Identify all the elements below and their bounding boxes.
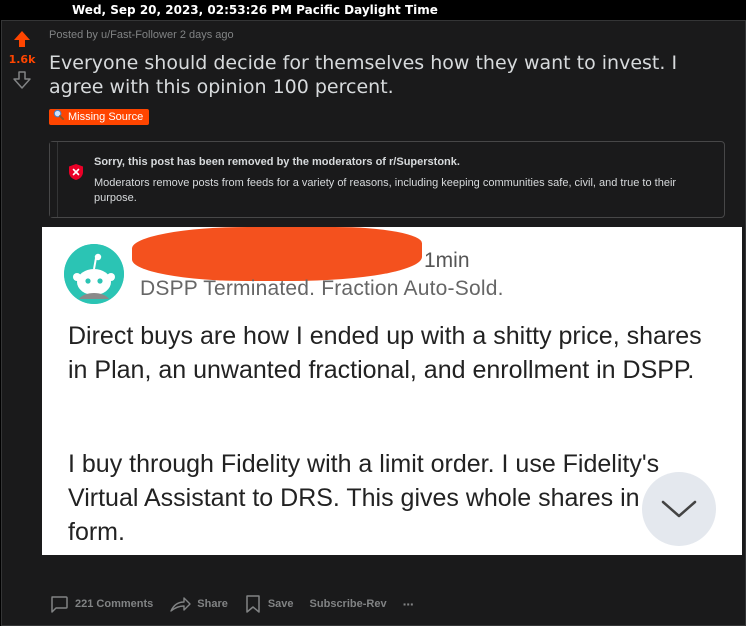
reddit-snoo-avatar-icon bbox=[64, 244, 124, 304]
removed-notice-title: Sorry, this post has been removed by the… bbox=[94, 156, 460, 168]
redacted-username bbox=[132, 227, 422, 281]
save-button[interactable]: Save bbox=[244, 594, 294, 614]
removed-notice-body: Moderators remove posts from feeds for a… bbox=[94, 177, 677, 204]
vote-column: 1.6k bbox=[2, 21, 42, 625]
removed-shield-icon bbox=[68, 163, 84, 186]
save-label: Save bbox=[267, 598, 294, 610]
comments-button[interactable]: 221 Comments bbox=[49, 594, 153, 614]
screenshot-subtitle: DSPP Terminated. Fraction Auto-Sold. bbox=[140, 277, 504, 300]
more-options-button[interactable]: ··· bbox=[402, 596, 415, 612]
more-dots-icon: ··· bbox=[402, 596, 415, 612]
post-actions-bar: 221 Comments Share Save Subscribe-Rev ··… bbox=[49, 593, 415, 615]
timestamp-bar: Wed, Sep 20, 2023, 02:53:26 PM Pacific D… bbox=[62, 0, 448, 20]
share-arrow-icon bbox=[169, 594, 191, 614]
post-flair[interactable]: Missing Source bbox=[49, 109, 150, 125]
expand-chevron-button[interactable] bbox=[642, 472, 716, 546]
post-card: 1.6k Posted by u/Fast-Follower 2 days ag… bbox=[1, 20, 746, 626]
posted-by-line: Posted by u/Fast-Follower 2 days ago bbox=[49, 29, 234, 41]
screenshot-paragraph-2: I buy through Fidelity with a limit orde… bbox=[68, 450, 704, 546]
share-label: Share bbox=[197, 598, 228, 610]
upvote-arrow-icon[interactable] bbox=[12, 29, 32, 49]
vote-count: 1.6k bbox=[8, 53, 36, 66]
magnifier-icon bbox=[53, 109, 64, 125]
notice-accent-bar bbox=[50, 142, 58, 217]
share-button[interactable]: Share bbox=[169, 594, 228, 614]
downvote-arrow-icon[interactable] bbox=[12, 70, 32, 90]
comment-bubble-icon bbox=[49, 594, 69, 614]
embedded-screenshot-image[interactable]: 1min DSPP Terminated. Fraction Auto-Sold… bbox=[42, 227, 742, 555]
flair-label: Missing Source bbox=[68, 111, 144, 123]
removed-notice: Sorry, this post has been removed by the… bbox=[49, 141, 725, 218]
subscribe-label: Subscribe-Rev bbox=[309, 598, 387, 610]
post-title[interactable]: Everyone should decide for themselves ho… bbox=[49, 51, 729, 99]
comments-label: 221 Comments bbox=[75, 598, 154, 610]
bookmark-icon bbox=[244, 594, 262, 614]
screenshot-time: 1min bbox=[424, 249, 470, 272]
subscribe-button[interactable]: Subscribe-Rev bbox=[310, 598, 387, 610]
chevron-down-icon bbox=[661, 500, 697, 518]
screenshot-paragraph-1: Direct buys are how I ended up with a sh… bbox=[68, 322, 702, 384]
